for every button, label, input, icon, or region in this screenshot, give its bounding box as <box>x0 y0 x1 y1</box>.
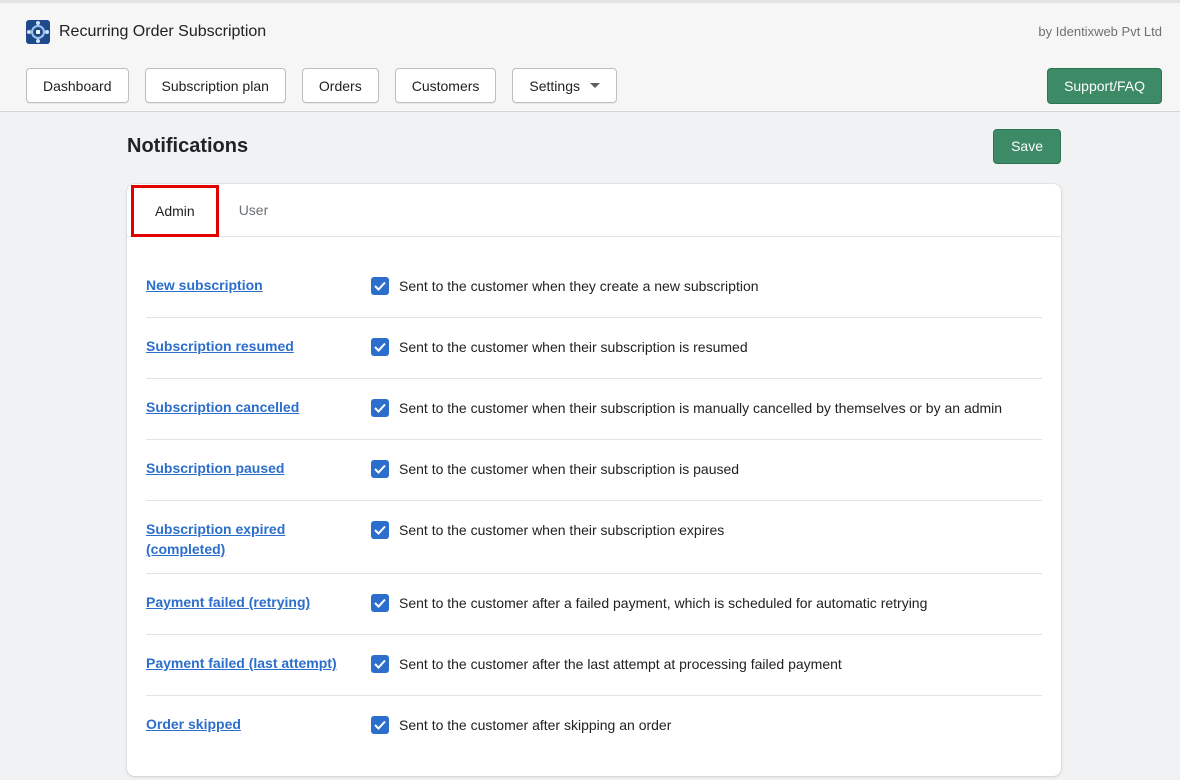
nav-dashboard-button[interactable]: Dashboard <box>26 68 129 103</box>
checkmark-icon <box>374 598 386 608</box>
app-logo-icon <box>26 19 50 44</box>
notification-link-order-skipped[interactable]: Order skipped <box>146 714 241 734</box>
tab-bar: Admin User <box>127 184 1061 237</box>
notification-checkbox[interactable] <box>371 399 389 417</box>
notification-description: Sent to the customer after skipping an o… <box>399 717 672 733</box>
notification-checkbox[interactable] <box>371 521 389 539</box>
save-button[interactable]: Save <box>993 128 1061 164</box>
notification-checkbox[interactable] <box>371 338 389 356</box>
tab-admin[interactable]: Admin <box>131 184 219 237</box>
notification-description: Sent to the customer when their subscrip… <box>399 339 748 355</box>
checkmark-icon <box>374 525 386 535</box>
nav-orders-button[interactable]: Orders <box>301 68 379 103</box>
notification-checkbox[interactable] <box>371 460 389 478</box>
notification-description: Sent to the customer after a failed paym… <box>399 595 928 611</box>
app-title: Recurring Order Subscription <box>59 22 267 40</box>
app-header: Recurring Order Subscription by Identixw… <box>0 0 1180 60</box>
notification-description: Sent to the customer when their subscrip… <box>399 400 1003 416</box>
notification-row: Order skipped Sent to the customer after… <box>146 696 1042 757</box>
notification-link-payment-failed-retrying[interactable]: Payment failed (retrying) <box>146 592 310 612</box>
notifications-card: Admin User New subscription Sent to the … <box>127 184 1061 776</box>
notification-link-subscription-resumed[interactable]: Subscription resumed <box>146 336 294 356</box>
nav-settings-dropdown[interactable]: Settings <box>512 68 617 103</box>
app-brand: Recurring Order Subscription <box>26 19 267 44</box>
nav-subscription-plan-button[interactable]: Subscription plan <box>144 68 286 103</box>
vendor-name: by Identixweb Pvt Ltd <box>1038 24 1162 39</box>
checkmark-icon <box>374 342 386 352</box>
checkmark-icon <box>374 464 386 474</box>
checkmark-icon <box>374 281 386 291</box>
notification-checkbox[interactable] <box>371 716 389 734</box>
notification-list: New subscription Sent to the customer wh… <box>127 237 1061 757</box>
chevron-down-icon <box>589 83 600 88</box>
notification-link-subscription-cancelled[interactable]: Subscription cancelled <box>146 397 299 417</box>
notification-link-subscription-paused[interactable]: Subscription paused <box>146 458 284 478</box>
main-nav: Dashboard Subscription plan Orders Custo… <box>0 60 1180 112</box>
notification-row: Subscription resumed Sent to the custome… <box>146 318 1042 379</box>
notification-link-new-subscription[interactable]: New subscription <box>146 275 263 295</box>
nav-customers-button[interactable]: Customers <box>394 68 497 103</box>
notification-link-payment-failed-last-attempt[interactable]: Payment failed (last attempt) <box>146 653 337 673</box>
support-faq-button[interactable]: Support/FAQ <box>1047 67 1162 104</box>
notification-row: Subscription paused Sent to the customer… <box>146 440 1042 501</box>
notification-row: Subscription expired (completed) Sent to… <box>146 501 1042 574</box>
notification-row: Payment failed (last attempt) Sent to th… <box>146 635 1042 696</box>
notification-row: Subscription cancelled Sent to the custo… <box>146 379 1042 440</box>
page-header: Notifications Save <box>127 128 1061 164</box>
tab-user[interactable]: User <box>219 185 289 235</box>
nav-settings-label: Settings <box>529 77 580 94</box>
notification-checkbox[interactable] <box>371 655 389 673</box>
notification-description: Sent to the customer after the last atte… <box>399 656 842 672</box>
checkmark-icon <box>374 659 386 669</box>
notification-link-subscription-expired[interactable]: Subscription expired (completed) <box>146 519 306 559</box>
notification-row: New subscription Sent to the customer wh… <box>146 237 1042 318</box>
notification-checkbox[interactable] <box>371 277 389 295</box>
checkmark-icon <box>374 403 386 413</box>
notification-description: Sent to the customer when their subscrip… <box>399 461 740 477</box>
notification-checkbox[interactable] <box>371 594 389 612</box>
checkmark-icon <box>374 720 386 730</box>
notification-description: Sent to the customer when their subscrip… <box>399 522 725 538</box>
page-title: Notifications <box>127 134 249 157</box>
notification-description: Sent to the customer when they create a … <box>399 278 759 294</box>
notification-row: Payment failed (retrying) Sent to the cu… <box>146 574 1042 635</box>
